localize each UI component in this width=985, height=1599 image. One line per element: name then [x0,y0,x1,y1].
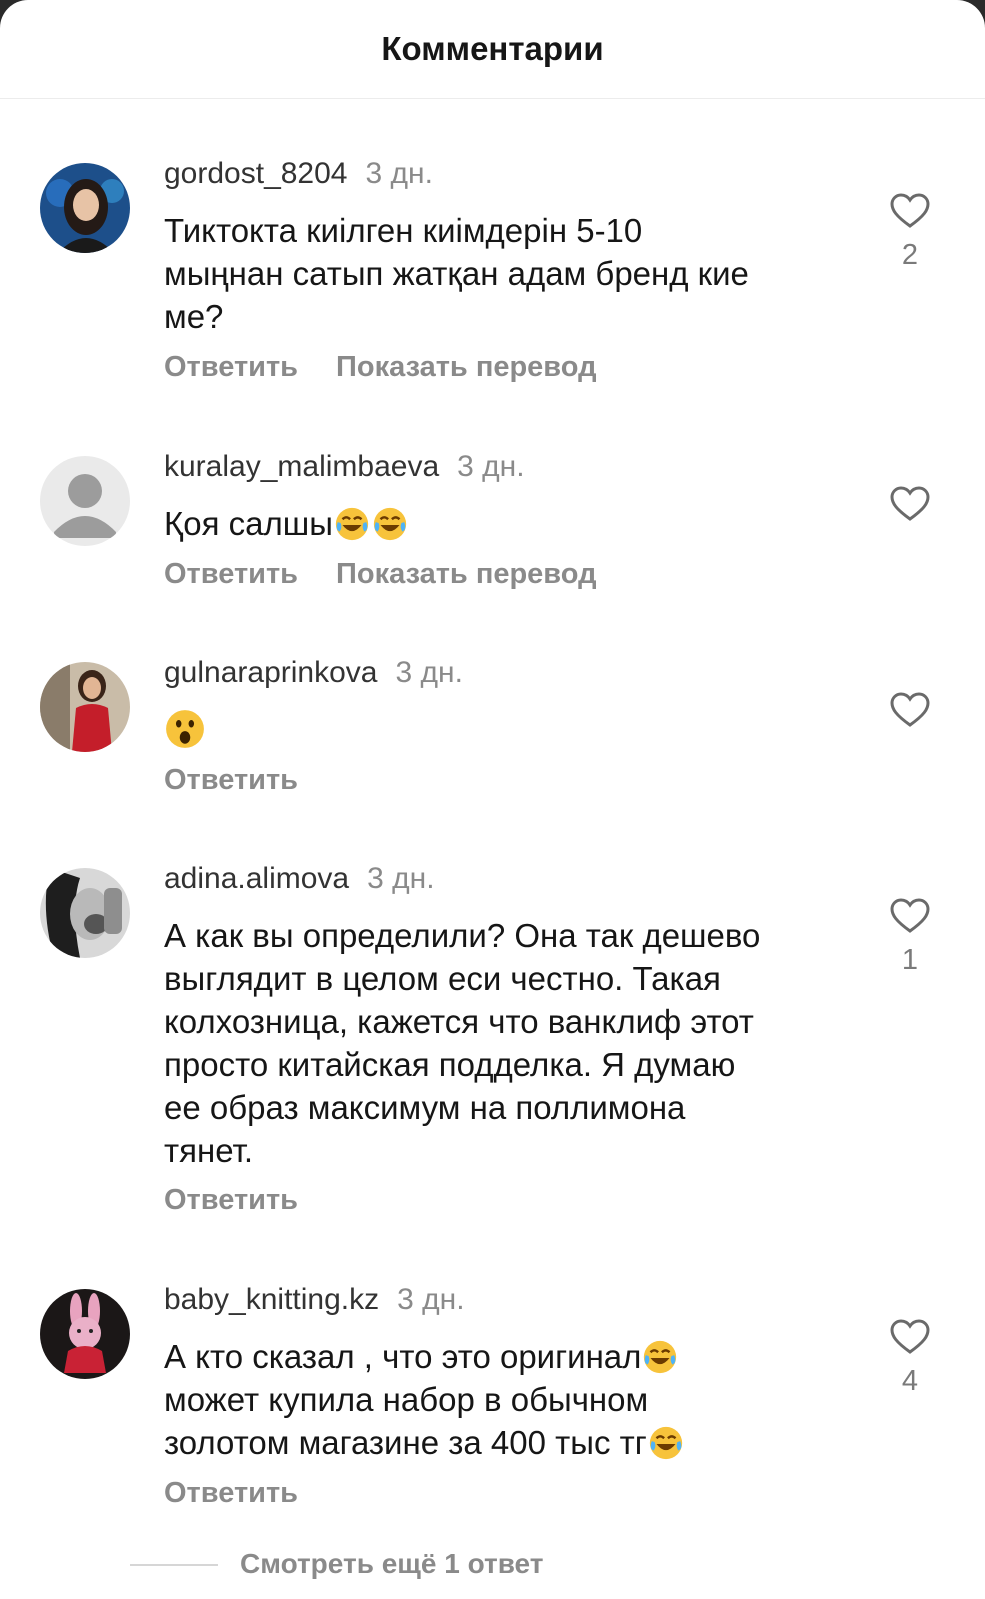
avatar[interactable] [40,163,130,253]
username[interactable]: kuralay_malimbaeva [164,450,439,483]
timestamp: 3 дн. [395,656,463,689]
avatar[interactable] [40,1289,130,1379]
comment-actions: Ответить Показать перевод [164,558,597,591]
comment-actions: Ответить [164,1477,298,1510]
like-count: 4 [901,1365,919,1397]
comment-actions: Ответить [164,764,298,797]
comment-text: А как вы определили? Она так дешево выгл… [164,914,844,1172]
comment-text [164,708,844,752]
reply-button[interactable]: Ответить [164,764,298,796]
like-count: 1 [901,944,919,976]
comment-meta: baby_knitting.kz 3 дн. [164,1283,465,1317]
comment-text-line: ее образ максимум на поллимона [164,1089,686,1126]
username[interactable]: adina.alimova [164,862,349,895]
reply-button[interactable]: Ответить [164,1477,298,1509]
avatar[interactable] [40,868,130,958]
tears-of-joy-emoji [644,1340,677,1374]
comment-meta: gordost_8204 3 дн. [164,157,433,191]
like-button[interactable] [890,692,930,728]
comment-text: Тиктокта киілген киімдерін 5-10 мыңнан с… [164,209,844,338]
comment-meta: kuralay_malimbaeva 3 дн. [164,450,525,484]
comment-text-line: Қоя салшы [164,505,333,542]
avatar[interactable] [40,662,130,752]
sheet-title: Комментарии [0,0,985,99]
tears-of-joy-emoji [335,507,369,541]
comment-text-line: просто китайская подделка. Я думаю [164,1046,736,1083]
heart-icon [890,1319,930,1354]
like-count: 2 [901,239,919,271]
view-more-replies-button[interactable]: Смотреть ещё 1 ответ [130,1548,830,1599]
reply-button[interactable]: Ответить [164,558,298,590]
comment-meta: adina.alimova 3 дн. [164,862,435,896]
heart-icon [890,193,930,228]
timestamp: 3 дн. [365,157,433,190]
heart-icon [890,898,930,933]
view-more-replies-label: Смотреть ещё 1 ответ [240,1548,544,1579]
comment-text-line: тянет. [164,1132,254,1169]
comment-text-line: А как вы определили? Она так дешево [164,917,761,954]
reply-button[interactable]: Ответить [164,351,298,383]
timestamp: 3 дн. [397,1283,465,1316]
comment-text: Қоя салшы [164,502,844,545]
comment-text: А кто сказал , что это оригинал может ку… [164,1335,844,1464]
avatar[interactable] [40,456,130,546]
comment-text-line: золотом магазине за 400 тыс тг [164,1421,844,1464]
like-button[interactable]: 4 [890,1319,930,1398]
heart-icon [890,692,930,727]
like-button[interactable]: 1 [890,898,930,977]
comment-text-line: А кто сказал , что это оригинал [164,1335,844,1378]
timestamp: 3 дн. [367,862,435,895]
comment-text-line: ме? [164,298,224,335]
comment-text-line: выглядит в целом еси честно. Такая [164,960,721,997]
username[interactable]: baby_knitting.kz [164,1283,379,1316]
comment-text-line: может купила набор в обычном [164,1381,649,1418]
comment-meta: gulnaraprinkova 3 дн. [164,656,463,690]
username[interactable]: gordost_8204 [164,157,348,190]
like-button[interactable] [890,486,930,522]
show-translation-button[interactable]: Показать перевод [336,558,596,590]
tears-of-joy-emoji [649,1426,682,1460]
comments-sheet: Комментарии gordost_8204 3 дн. Тиктокта к… [0,0,985,1599]
timestamp: 3 дн. [457,450,525,483]
show-translation-button[interactable]: Показать перевод [336,351,596,383]
comment-actions: Ответить [164,1184,298,1217]
reply-button[interactable]: Ответить [164,1184,298,1216]
comment-actions: Ответить Показать перевод [164,351,597,384]
tears-of-joy-emoji [373,507,407,541]
heart-icon [890,486,930,521]
comment-text-line: Тиктокта киілген киімдерін 5-10 [164,212,643,249]
divider [130,1564,218,1566]
comment-text-line: колхозница, кажется что ванклиф этот [164,1003,754,1040]
username[interactable]: gulnaraprinkova [164,656,377,689]
surprised-face-emoji [166,710,204,748]
like-button[interactable]: 2 [890,193,930,272]
comment-text-line: мыңнан сатып жатқан адам бренд кие [164,255,749,292]
